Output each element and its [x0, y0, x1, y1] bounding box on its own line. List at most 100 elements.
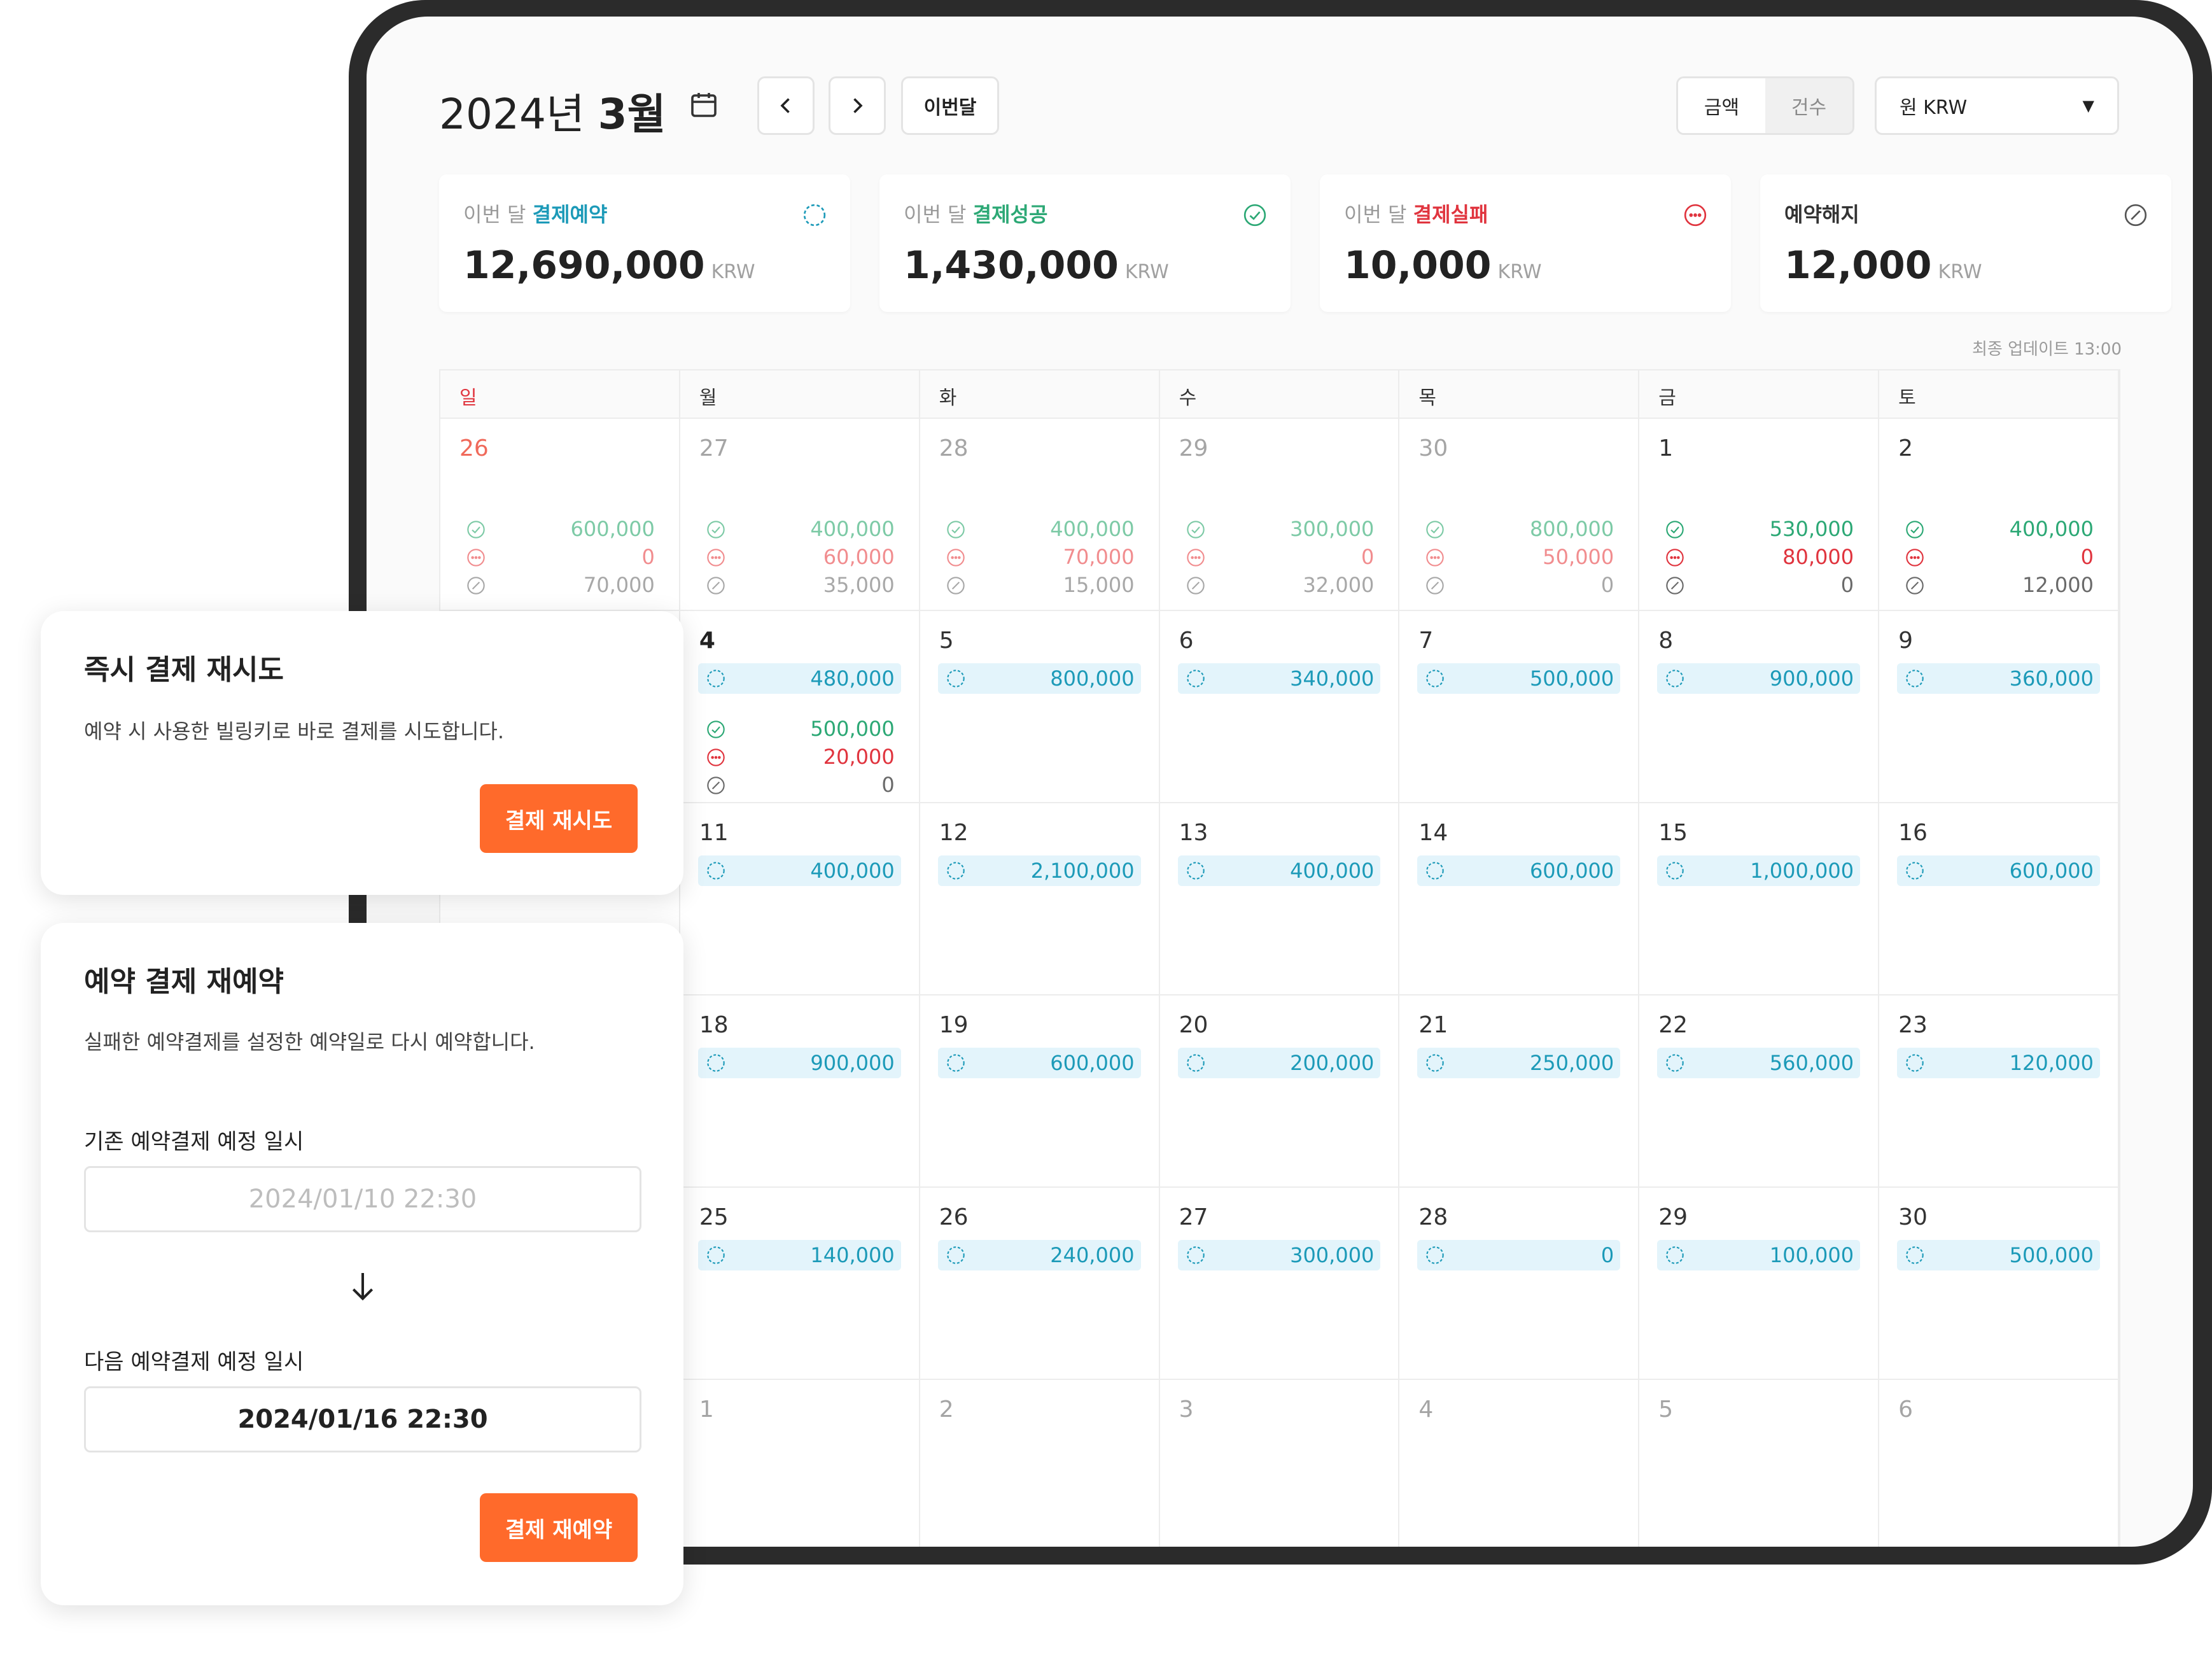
- day-number: 27: [1179, 1204, 1208, 1230]
- calendar-day[interactable]: 4 480,000 500,000 20,000 0: [680, 611, 920, 803]
- scheduled-amount[interactable]: 500,000: [1897, 1240, 2100, 1270]
- failure-amount-value: 0: [1361, 545, 1375, 569]
- scheduled-icon: [1426, 1054, 1445, 1072]
- calendar-day[interactable]: 8 900,000: [1639, 611, 1880, 803]
- calendar-day[interactable]: 29 100,000: [1639, 1188, 1880, 1380]
- calendar-day[interactable]: 11 400,000: [680, 803, 920, 995]
- weekday-header: 목: [1399, 370, 1640, 419]
- calendar-day[interactable]: 26 600,000 0 70,000: [440, 419, 680, 611]
- cancel-amount-value: 0: [881, 773, 895, 797]
- calendar-day[interactable]: 19 600,000: [920, 995, 1160, 1188]
- calendar-day[interactable]: 2: [920, 1380, 1160, 1547]
- this-month-button[interactable]: 이번달: [901, 76, 999, 135]
- calendar-day[interactable]: 16 600,000: [1879, 803, 2119, 995]
- retry-payment-button[interactable]: 결제 재시도: [480, 784, 638, 853]
- old-schedule-label: 기존 예약결제 예정 일시: [84, 1129, 304, 1155]
- calendar-day[interactable]: 30 800,000 50,000 0: [1399, 419, 1640, 611]
- success-icon: [1186, 521, 1205, 538]
- summary-label: 예약해지: [1784, 199, 1859, 228]
- calendar-day[interactable]: 2 400,000 0 12,000: [1879, 419, 2119, 611]
- scheduled-value: 240,000: [1050, 1243, 1135, 1267]
- scheduled-amount[interactable]: 900,000: [697, 1048, 901, 1078]
- scheduled-amount[interactable]: 200,000: [1177, 1048, 1381, 1078]
- scheduled-value: 200,000: [1290, 1051, 1375, 1075]
- calendar-day[interactable]: 12 2,100,000: [920, 803, 1160, 995]
- cancel-amount: 12,000: [1897, 572, 2100, 600]
- calendar-day[interactable]: 7 500,000: [1399, 611, 1640, 803]
- scheduled-amount[interactable]: 140,000: [697, 1240, 901, 1270]
- scheduled-amount[interactable]: 2,100,000: [937, 855, 1141, 886]
- scheduled-amount[interactable]: 360,000: [1897, 663, 2100, 694]
- calendar-day[interactable]: 5: [1639, 1380, 1880, 1547]
- scheduled-amount[interactable]: 400,000: [1177, 855, 1381, 886]
- calendar-day[interactable]: 6 340,000: [1159, 611, 1400, 803]
- calendar-day[interactable]: 13 400,000: [1159, 803, 1400, 995]
- next-month-button[interactable]: [829, 76, 886, 135]
- toggle-amount[interactable]: 금액: [1678, 78, 1765, 133]
- calendar-day[interactable]: 22 560,000: [1639, 995, 1880, 1188]
- prev-month-button[interactable]: [757, 76, 815, 135]
- scheduled-amount[interactable]: 100,000: [1657, 1240, 1861, 1270]
- scheduled-amount[interactable]: 240,000: [937, 1240, 1141, 1270]
- reschedule-payment-button[interactable]: 결제 재예약: [480, 1493, 638, 1562]
- calendar-day[interactable]: 5 800,000: [920, 611, 1160, 803]
- success-amount: 400,000: [698, 516, 901, 544]
- day-number: 4: [1418, 1396, 1434, 1423]
- summary-prefix: 이번 달: [1344, 202, 1413, 227]
- scheduled-amount[interactable]: 340,000: [1177, 663, 1381, 694]
- calendar-day[interactable]: 15 1,000,000: [1639, 803, 1880, 995]
- weekday-header: 화: [920, 370, 1160, 419]
- failure-amount: 20,000: [698, 743, 901, 771]
- calendar-day[interactable]: 1: [680, 1380, 920, 1547]
- scheduled-amount[interactable]: 560,000: [1657, 1048, 1861, 1078]
- currency-select[interactable]: 원 KRW ▼: [1875, 76, 2119, 135]
- calendar-icon[interactable]: [689, 89, 719, 120]
- scheduled-icon: [946, 1054, 965, 1072]
- calendar-day[interactable]: 4: [1399, 1380, 1640, 1547]
- summary-kind: 결제실패: [1413, 202, 1488, 227]
- calendar-day[interactable]: 25 140,000: [680, 1188, 920, 1380]
- scheduled-amount[interactable]: 800,000: [937, 663, 1141, 694]
- scheduled-amount[interactable]: 600,000: [1417, 855, 1621, 886]
- scheduled-amount[interactable]: 1,000,000: [1657, 855, 1861, 886]
- scheduled-amount[interactable]: 600,000: [1897, 855, 2100, 886]
- scheduled-amount[interactable]: 900,000: [1657, 663, 1861, 694]
- calendar-day[interactable]: 20 200,000: [1159, 995, 1400, 1188]
- calendar-day[interactable]: 23 120,000: [1879, 995, 2119, 1188]
- scheduled-amount[interactable]: 480,000: [697, 663, 901, 694]
- scheduled-amount[interactable]: 500,000: [1417, 663, 1621, 694]
- calendar-day[interactable]: 18 900,000: [680, 995, 920, 1188]
- day-number: 19: [939, 1012, 969, 1038]
- chevron-right-icon: [853, 98, 863, 113]
- view-toggle: 금액 건수: [1676, 76, 1854, 135]
- summary-unit: KRW: [1497, 261, 1542, 283]
- calendar-day[interactable]: 6: [1879, 1380, 2119, 1547]
- calendar-day[interactable]: 26 240,000: [920, 1188, 1160, 1380]
- day-number: 30: [1418, 435, 1448, 461]
- calendar-day[interactable]: 30 500,000: [1879, 1188, 2119, 1380]
- calendar-day[interactable]: 28 0: [1399, 1188, 1640, 1380]
- failure-amount: 0: [1178, 544, 1381, 572]
- scheduled-amount[interactable]: 300,000: [1177, 1240, 1381, 1270]
- scheduled-amount[interactable]: 600,000: [937, 1048, 1141, 1078]
- calendar-day[interactable]: 21 250,000: [1399, 995, 1640, 1188]
- scheduled-amount[interactable]: 120,000: [1897, 1048, 2100, 1078]
- new-schedule-field[interactable]: 2024/01/16 22:30: [84, 1386, 641, 1452]
- calendar-day[interactable]: 1 530,000 80,000 0: [1639, 419, 1880, 611]
- success-amount: 300,000: [1178, 516, 1381, 544]
- toggle-count[interactable]: 건수: [1765, 78, 1852, 133]
- calendar-day[interactable]: 3: [1159, 1380, 1400, 1547]
- scheduled-amount[interactable]: 400,000: [697, 855, 901, 886]
- day-number: 28: [939, 435, 969, 461]
- calendar-day[interactable]: 28 400,000 70,000 15,000: [920, 419, 1160, 611]
- scheduled-amount[interactable]: 250,000: [1417, 1048, 1621, 1078]
- calendar-day[interactable]: 27 300,000: [1159, 1188, 1400, 1380]
- calendar-day[interactable]: 9 360,000: [1879, 611, 2119, 803]
- success-amount-value: 530,000: [1769, 517, 1854, 541]
- failure-amount: 70,000: [938, 544, 1141, 572]
- calendar-day[interactable]: 29 300,000 0 32,000: [1159, 419, 1400, 611]
- calendar-day[interactable]: 14 600,000: [1399, 803, 1640, 995]
- calendar-day[interactable]: 27 400,000 60,000 35,000: [680, 419, 920, 611]
- scheduled-amount[interactable]: 0: [1417, 1240, 1621, 1270]
- success-icon: [946, 521, 965, 538]
